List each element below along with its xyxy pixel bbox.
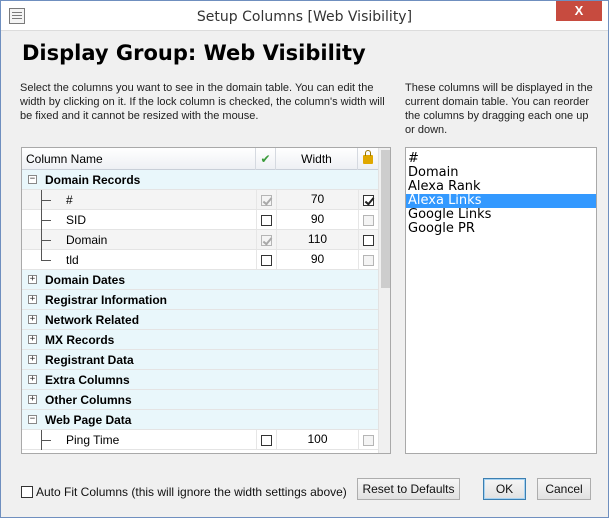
group-label: Other Columns (45, 393, 132, 407)
visible-checkbox (261, 195, 272, 206)
displayed-columns-list[interactable]: # Domain Alexa Rank Alexa Links Google Links… (405, 147, 597, 454)
tree-group-row[interactable]: + Domain Dates (22, 270, 378, 290)
title-bar[interactable]: Setup Columns [Web Visibility] X (1, 1, 608, 31)
group-label: Domain Records (45, 173, 141, 187)
group-label: Domain Dates (45, 273, 126, 287)
grid-header: Column Name ✔ Width (22, 148, 378, 170)
column-row[interactable]: #70 (22, 190, 378, 210)
visible-cell (256, 250, 276, 269)
column-name-cell: # (66, 193, 73, 207)
display-instructions: These columns will be displayed in the c… (405, 82, 593, 136)
lock-checkbox[interactable] (363, 195, 374, 206)
grid-scrollbar-thumb[interactable] (381, 150, 390, 288)
expand-icon[interactable]: + (28, 335, 37, 344)
lock-icon (363, 150, 373, 164)
width-cell[interactable]: 100 (276, 430, 358, 449)
collapse-icon[interactable]: − (28, 175, 37, 184)
lock-cell (358, 430, 378, 449)
ok-button[interactable]: OK (483, 478, 526, 500)
tree-group-row[interactable]: + Registrar Information (22, 290, 378, 310)
displayed-column-item[interactable]: Alexa Links (406, 194, 596, 208)
width-cell[interactable]: 90 (276, 250, 358, 269)
group-label: Registrar Information (45, 293, 168, 307)
visible-checkbox[interactable] (261, 255, 272, 266)
displayed-column-item[interactable]: Alexa Rank (406, 180, 596, 194)
tree-line (41, 220, 51, 221)
column-name-header[interactable]: Column Name (22, 148, 256, 170)
tree-line (41, 440, 51, 441)
group-label: Extra Columns (45, 373, 130, 387)
tree-group-row[interactable]: + Extra Columns (22, 370, 378, 390)
column-name-cell: tld (66, 253, 79, 267)
expand-icon[interactable]: + (28, 295, 37, 304)
lock-cell (358, 190, 378, 209)
column-row[interactable]: tld 90 (22, 250, 378, 270)
grid-scrollbar[interactable] (378, 148, 390, 453)
group-label: Web Page Data (45, 413, 132, 427)
columns-instructions: Select the columns you want to see in th… (20, 82, 385, 122)
auto-fit-label[interactable]: Auto Fit Columns (this will ignore the w… (36, 485, 347, 499)
column-row[interactable]: Domain 110 (22, 230, 378, 250)
lock-checkbox (363, 255, 374, 266)
lock-header[interactable] (358, 148, 378, 170)
grid-rows: − Domain Records #70 SID 90 Domain 110 tld 90 + Do… (22, 170, 378, 453)
tree-line (41, 260, 51, 261)
display-group-header: Display Group: Web Visibility (22, 41, 366, 65)
reset-to-defaults-button[interactable]: Reset to Defaults (357, 478, 460, 500)
close-button[interactable]: X (556, 1, 602, 21)
window-title: Setup Columns [Web Visibility] (196, 9, 413, 25)
expand-icon[interactable]: + (28, 355, 37, 364)
column-name-cell: Ping Time (66, 433, 120, 447)
tree-line (41, 200, 51, 201)
width-cell[interactable]: 110 (276, 230, 358, 249)
displayed-column-item[interactable]: # (406, 152, 596, 166)
visible-cell (256, 230, 276, 249)
lock-cell (358, 230, 378, 249)
width-cell[interactable]: 90 (276, 210, 358, 229)
column-row[interactable]: Ping Time 100 (22, 430, 378, 450)
visible-checkbox (261, 235, 272, 246)
width-cell[interactable]: 70 (276, 190, 358, 209)
expand-icon[interactable]: + (28, 395, 37, 404)
group-label: Registrant Data (45, 353, 134, 367)
visible-check-header-icon[interactable]: ✔ (256, 148, 276, 170)
tree-group-row[interactable]: + Registrant Data (22, 350, 378, 370)
tree-group-row[interactable]: + Other Columns (22, 390, 378, 410)
cancel-button[interactable]: Cancel (537, 478, 591, 500)
tree-group-row[interactable]: − Web Page Data (22, 410, 378, 430)
expand-icon[interactable]: + (28, 375, 37, 384)
visible-cell (256, 190, 276, 209)
expand-icon[interactable]: + (28, 315, 37, 324)
collapse-icon[interactable]: − (28, 415, 37, 424)
tree-group-row[interactable]: + MX Records (22, 330, 378, 350)
tree-group-row[interactable]: − Domain Records (22, 170, 378, 190)
columns-tree-grid: Column Name ✔ Width − Domain Records #70 SI… (21, 147, 391, 454)
displayed-column-item[interactable]: Google Links (406, 208, 596, 222)
column-name-cell: SID (66, 213, 87, 227)
lock-checkbox (363, 435, 374, 446)
lock-cell (358, 250, 378, 269)
lock-checkbox[interactable] (363, 235, 374, 246)
tree-group-row[interactable]: + Network Related (22, 310, 378, 330)
group-label: MX Records (45, 333, 115, 347)
expand-icon[interactable]: + (28, 275, 37, 284)
setup-columns-window: Setup Columns [Web Visibility] X Display… (0, 0, 609, 518)
visible-cell (256, 210, 276, 229)
width-header[interactable]: Width (276, 148, 358, 170)
lock-checkbox (363, 215, 374, 226)
displayed-column-item[interactable]: Google PR (406, 222, 596, 236)
column-row[interactable]: SID 90 (22, 210, 378, 230)
displayed-column-item[interactable]: Domain (406, 166, 596, 180)
auto-fit-checkbox[interactable] (21, 486, 33, 498)
group-label: Network Related (45, 313, 140, 327)
column-name-cell: Domain (66, 233, 108, 247)
visible-cell (256, 430, 276, 449)
visible-checkbox[interactable] (261, 435, 272, 446)
lock-cell (358, 210, 378, 229)
tree-line (41, 240, 51, 241)
visible-checkbox[interactable] (261, 215, 272, 226)
